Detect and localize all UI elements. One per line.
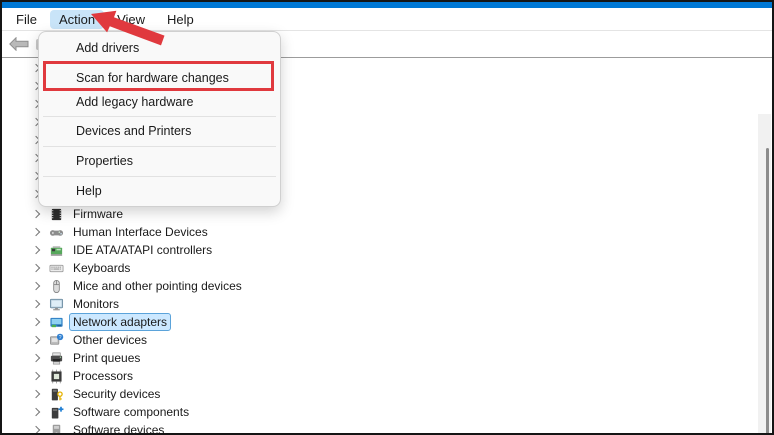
menu-item-scan-for-hardware-changes[interactable]: Scan for hardware changes [44,66,275,91]
tree-row-other-devices[interactable]: ? Other devices [2,331,246,349]
chevron-right-icon[interactable] [31,317,41,327]
tree-row-software-devices[interactable]: Software devices [2,421,246,433]
tree-row-monitors[interactable]: Monitors [2,295,246,313]
chevron-right-icon[interactable] [31,281,41,291]
mouse-icon [49,279,64,294]
tree-row-mice-and-other-pointing-devices[interactable]: Mice and other pointing devices [2,277,246,295]
chevron-right-icon[interactable] [31,335,41,345]
processor-icon [49,369,64,384]
menu-separator [43,145,276,147]
printer-icon [49,351,64,366]
chevron-right-icon[interactable] [31,425,41,433]
svg-text:?: ? [59,334,62,340]
ide-icon [49,243,64,258]
tree-label-human-interface-devices[interactable]: Human Interface Devices [69,223,212,241]
tree-row-security-devices[interactable]: Security devices [2,385,246,403]
tree-label-firmware[interactable]: Firmware [69,205,127,223]
tree-row-network-adapters[interactable]: Network adapters [2,313,246,331]
tree-label-software-devices[interactable]: Software devices [69,421,168,433]
tree-row-keyboards[interactable]: Keyboards [2,259,246,277]
firmware-icon [49,207,64,222]
menu-item-properties[interactable]: Properties [44,149,275,173]
menubar-item-file[interactable]: File [7,10,46,29]
network-icon [49,315,64,330]
security-icon [49,387,64,402]
tree-row-software-components[interactable]: Software components [2,403,246,421]
chevron-right-icon[interactable] [31,263,41,273]
tree-label-network-adapters[interactable]: Network adapters [69,313,172,331]
hid-icon [49,225,64,240]
chevron-right-icon[interactable] [31,371,41,381]
chevron-right-icon[interactable] [31,227,41,237]
chevron-right-icon[interactable] [31,407,41,417]
tree-label-security-devices[interactable]: Security devices [69,385,164,403]
tree-row-firmware[interactable]: Firmware [2,205,246,223]
menubar-item-view[interactable]: View [108,10,154,29]
monitor-icon [49,297,64,312]
back-arrow-icon [9,37,29,51]
tree-label-print-queues[interactable]: Print queues [69,349,144,367]
tree-label-monitors[interactable]: Monitors [69,295,123,313]
menu-bar: File Action View Help [2,8,772,31]
tree-label-other-devices[interactable]: Other devices [69,331,151,349]
software-component-icon [49,405,64,420]
device-manager-window: File Action View Help Firmware Human Interfa… [0,0,774,435]
tree-row-print-queues[interactable]: Print queues [2,349,246,367]
vertical-scrollbar[interactable] [758,114,771,433]
tree-label-processors[interactable]: Processors [69,367,137,385]
menu-separator [43,175,276,177]
menu-separator [43,115,276,117]
chevron-right-icon[interactable] [31,299,41,309]
chevron-right-icon[interactable] [31,353,41,363]
scrollbar-thumb[interactable] [766,148,769,433]
tree-label-keyboards[interactable]: Keyboards [69,259,134,277]
menubar-item-action[interactable]: Action [49,9,105,29]
menu-item-devices-and-printers[interactable]: Devices and Printers [44,119,275,143]
chevron-right-icon[interactable] [31,389,41,399]
chevron-right-icon[interactable] [31,209,41,219]
menu-item-add-legacy-hardware[interactable]: Add legacy hardware [44,91,275,113]
chevron-right-icon[interactable] [31,245,41,255]
menubar-item-help[interactable]: Help [158,10,203,29]
keyboard-icon [49,261,64,276]
tree-label-ide-ata-atapi-controllers[interactable]: IDE ATA/ATAPI controllers [69,241,216,259]
tree-label-software-components[interactable]: Software components [69,403,193,421]
menu-item-help[interactable]: Help [44,179,275,203]
back-button[interactable] [7,34,31,54]
tree-row-processors[interactable]: Processors [2,367,246,385]
software-device-icon [49,423,64,433]
tree-row-ide-ata-atapi-controllers[interactable]: IDE ATA/ATAPI controllers [2,241,246,259]
tree-label-mice-and-other-pointing-devices[interactable]: Mice and other pointing devices [69,277,246,295]
other-device-icon: ? [49,333,64,348]
menu-item-add-drivers[interactable]: Add drivers [44,36,275,60]
action-menu: Add drivers Scan for hardware changes Add … [38,31,281,207]
tree-row-human-interface-devices[interactable]: Human Interface Devices [2,223,246,241]
